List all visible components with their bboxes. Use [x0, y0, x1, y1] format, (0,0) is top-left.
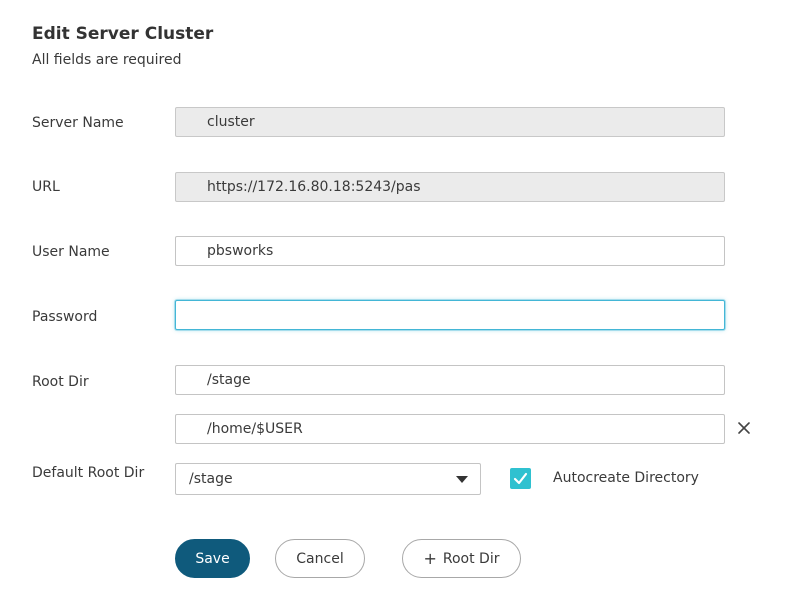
- user-name-label: User Name: [32, 244, 110, 260]
- add-root-dir-label: Root Dir: [442, 550, 500, 567]
- close-icon[interactable]: [735, 419, 753, 437]
- url-input[interactable]: [175, 172, 725, 202]
- autocreate-checkbox[interactable]: [510, 468, 531, 489]
- dialog-title: Edit Server Cluster: [32, 24, 214, 44]
- root-dir-label: Root Dir: [32, 374, 89, 390]
- server-name-input[interactable]: [175, 107, 725, 137]
- caret-down-icon: [456, 476, 468, 483]
- password-input[interactable]: [175, 300, 725, 330]
- default-root-dir-value: /stage: [189, 471, 233, 487]
- cancel-button-label: Cancel: [296, 550, 344, 567]
- password-label: Password: [32, 309, 98, 325]
- checkmark-icon: [513, 472, 528, 485]
- save-button-label: Save: [195, 550, 230, 567]
- root-dir-input-2[interactable]: [175, 414, 725, 444]
- default-root-dir-label: Default Root Dir: [32, 465, 145, 481]
- cancel-button[interactable]: Cancel: [275, 539, 365, 578]
- edit-server-cluster-dialog: Edit Server Cluster All fields are requi…: [0, 0, 795, 610]
- root-dir-input-1[interactable]: [175, 365, 725, 395]
- plus-icon: +: [423, 548, 437, 568]
- server-name-label: Server Name: [32, 115, 124, 131]
- dialog-subtitle: All fields are required: [32, 52, 182, 68]
- save-button[interactable]: Save: [175, 539, 250, 578]
- user-name-input[interactable]: [175, 236, 725, 266]
- add-root-dir-button[interactable]: + Root Dir: [402, 539, 521, 578]
- url-label: URL: [32, 179, 60, 195]
- default-root-dir-select[interactable]: /stage: [175, 463, 481, 495]
- autocreate-label: Autocreate Directory: [553, 470, 699, 486]
